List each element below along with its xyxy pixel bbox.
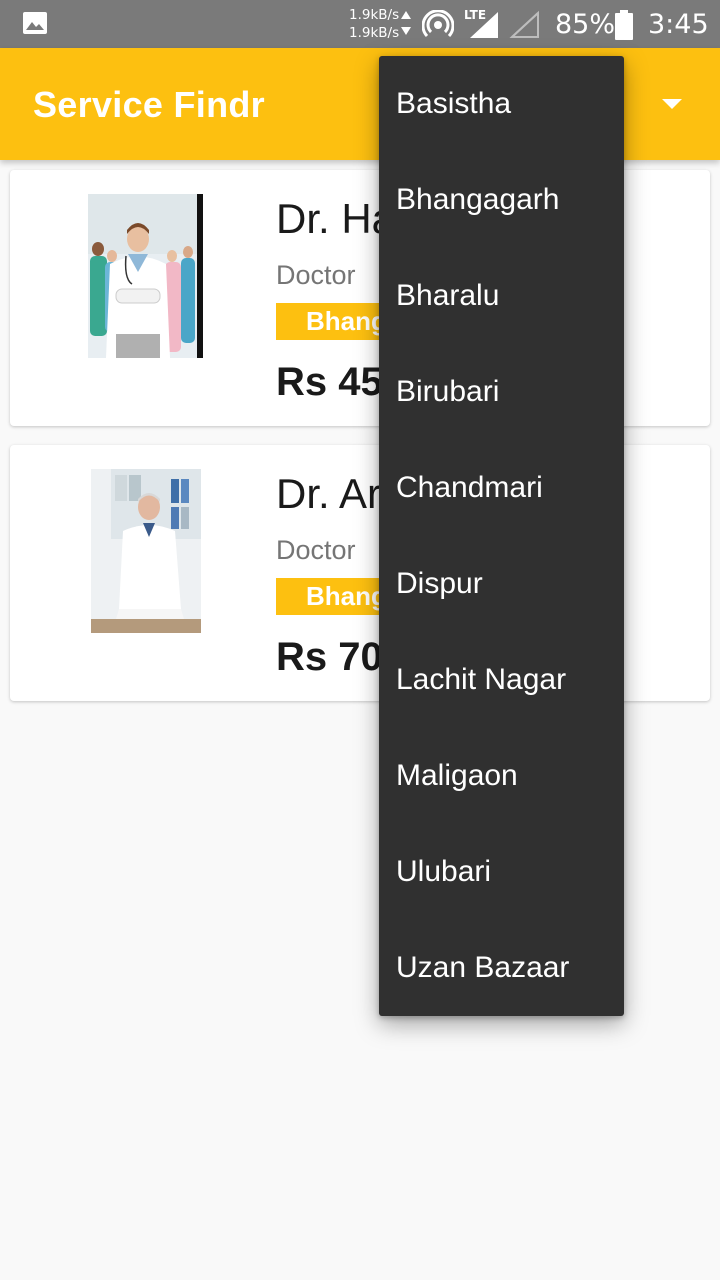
app-title: Service Findr <box>33 84 265 125</box>
signal-empty-icon <box>509 10 539 38</box>
menu-item-bharalu[interactable]: Bharalu <box>379 248 624 344</box>
battery-percent: 85% <box>555 9 616 40</box>
provider-role: Doctor <box>276 260 356 290</box>
provider-price: Rs 45 <box>276 360 383 404</box>
dropdown-arrow-icon[interactable] <box>661 98 683 110</box>
provider-name: Dr. Ha <box>276 195 396 242</box>
net-down-rate: 1.9kB/s <box>349 25 400 41</box>
menu-item-dispur[interactable]: Dispur <box>379 536 624 632</box>
data-arrows-icon <box>401 11 411 35</box>
provider-role: Doctor <box>276 535 356 565</box>
menu-item-chandmari[interactable]: Chandmari <box>379 440 624 536</box>
doctor-photo <box>91 469 201 633</box>
gallery-icon <box>23 12 47 34</box>
status-bar: 1.9kB/s 1.9kB/s LTE 85% 3:45 <box>0 0 720 48</box>
menu-item-lachit-nagar[interactable]: Lachit Nagar <box>379 632 624 728</box>
doctor-photo <box>88 194 203 358</box>
menu-item-bhangagarh[interactable]: Bhangagarh <box>379 152 624 248</box>
clock: 3:45 <box>648 9 709 40</box>
net-up-rate: 1.9kB/s <box>349 7 400 23</box>
location-dropdown-menu: Basistha Bhangagarh Bharalu Birubari Cha… <box>379 56 624 1016</box>
battery-icon <box>615 10 633 40</box>
provider-price: Rs 70 <box>276 635 383 679</box>
hotspot-icon <box>422 10 454 38</box>
provider-name: Dr. Ar <box>276 470 382 517</box>
menu-item-birubari[interactable]: Birubari <box>379 344 624 440</box>
menu-item-ulubari[interactable]: Ulubari <box>379 824 624 920</box>
signal-icon <box>470 12 498 38</box>
menu-item-maligaon[interactable]: Maligaon <box>379 728 624 824</box>
network-rate: 1.9kB/s 1.9kB/s <box>349 6 399 42</box>
menu-item-uzan-bazaar[interactable]: Uzan Bazaar <box>379 920 624 1016</box>
menu-item-basistha[interactable]: Basistha <box>379 56 624 152</box>
